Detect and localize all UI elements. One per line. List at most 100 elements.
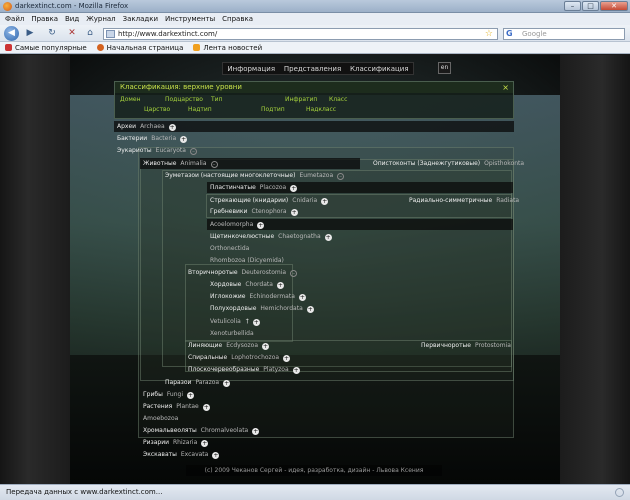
- rank-subphylum[interactable]: Подтип: [261, 106, 285, 113]
- expand-icon[interactable]: +: [324, 234, 332, 241]
- bookmark-start-page[interactable]: Начальная страница: [96, 42, 183, 53]
- stop-button[interactable]: ✕: [66, 27, 78, 40]
- expand-icon[interactable]: +: [283, 355, 291, 362]
- taxon-archaea[interactable]: Археи Archaea +: [114, 121, 514, 132]
- taxon-orthonectida[interactable]: Orthonectida: [207, 243, 513, 254]
- resize-grip-icon[interactable]: [615, 488, 624, 497]
- taxon-chromalveolata[interactable]: Хромальвеоляты Chromalveolata +: [140, 425, 360, 436]
- collapse-icon[interactable]: –: [210, 161, 218, 168]
- taxon-ecdysozoa[interactable]: Линяющие Ecdysozoa +: [185, 340, 405, 351]
- home-button[interactable]: ⌂: [84, 27, 96, 40]
- taxon-bacteria[interactable]: Бактерии Bacteria +: [114, 133, 514, 144]
- search-placeholder: Google: [522, 30, 547, 38]
- expand-icon[interactable]: +: [257, 222, 265, 229]
- expand-icon[interactable]: +: [276, 282, 284, 289]
- expand-icon[interactable]: +: [321, 198, 329, 205]
- menu-file[interactable]: Файл: [5, 13, 24, 25]
- taxon-rhombozoa[interactable]: Rhombozoa (Dicyemida): [207, 255, 513, 266]
- taxon-lophotrochozoa[interactable]: Спиральные Lophotrochozoa +: [185, 352, 405, 363]
- expand-icon[interactable]: +: [290, 209, 298, 216]
- expand-icon[interactable]: +: [290, 185, 298, 192]
- taxon-parazoa[interactable]: Паразои Parazoa +: [162, 377, 382, 388]
- rank-domain[interactable]: Домен: [120, 96, 141, 103]
- expand-icon[interactable]: +: [168, 124, 176, 131]
- search-input[interactable]: G Google: [503, 28, 625, 40]
- nav-info[interactable]: Информация: [227, 65, 275, 73]
- taxon-platyzoa[interactable]: Плоскочервеобразные Platyzoa +: [185, 364, 405, 375]
- taxon-acoelomorpha[interactable]: Acoelomorpha +: [207, 219, 513, 230]
- reload-button[interactable]: ↻: [46, 27, 58, 40]
- taxon-animalia[interactable]: Животные Animalia –: [140, 158, 360, 169]
- expand-icon[interactable]: +: [306, 306, 314, 313]
- taxon-echinodermata[interactable]: Иглокожие Echinodermata +: [207, 291, 407, 302]
- close-icon[interactable]: ×: [502, 82, 509, 93]
- menu-edit[interactable]: Правка: [31, 13, 58, 25]
- taxon-ctenophora[interactable]: Гребневики Ctenophora +: [207, 206, 407, 217]
- expand-icon[interactable]: +: [223, 380, 231, 387]
- taxon-radiata[interactable]: Радиально-симметричные Radiata: [406, 195, 519, 206]
- taxon-vetulicolia[interactable]: Vetulicolia † +: [207, 316, 407, 327]
- collapse-icon[interactable]: –: [337, 173, 345, 180]
- menu-tools[interactable]: Инструменты: [165, 13, 215, 25]
- taxon-chordata[interactable]: Хордовые Chordata +: [207, 279, 407, 290]
- taxon-eukaryota[interactable]: Эукариоты Eucaryota –: [114, 145, 514, 156]
- taxon-placozoa[interactable]: Пластинчатые Placozoa +: [207, 182, 513, 193]
- rank-subkingdom[interactable]: Подцарство: [165, 96, 203, 103]
- window-title: darkextinct.com - Mozilla Firefox: [15, 2, 129, 10]
- minimize-button[interactable]: –: [564, 1, 581, 11]
- site-favicon-icon: [106, 30, 115, 38]
- expand-icon[interactable]: +: [292, 367, 300, 374]
- collapse-icon[interactable]: –: [290, 270, 298, 277]
- taxon-plantae[interactable]: Растения Plantae +: [140, 401, 360, 412]
- bookmark-most-visited[interactable]: Самые популярные: [5, 42, 87, 53]
- close-button[interactable]: ✕: [600, 1, 628, 11]
- bookmark-news-feed[interactable]: Лента новостей: [193, 42, 262, 53]
- taxon-eumetazoa[interactable]: Эуметазои (настоящие многоклеточные) Eume…: [162, 170, 382, 181]
- expand-icon[interactable]: +: [187, 392, 195, 399]
- expand-icon[interactable]: +: [298, 294, 306, 301]
- menu-history[interactable]: Журнал: [86, 13, 115, 25]
- taxon-opisthokonta[interactable]: Опистоконты (Заднежгутиковые) Opisthokont…: [370, 158, 524, 169]
- rank-superclass[interactable]: Надкласс: [306, 106, 336, 113]
- taxon-cnidaria[interactable]: Стрекающие (книдарии) Cnidaria +: [207, 195, 407, 206]
- forward-button[interactable]: ▶: [24, 27, 36, 40]
- rank-phylum[interactable]: Тип: [211, 96, 223, 103]
- window-titlebar: darkextinct.com - Mozilla Firefox – □ ✕: [0, 0, 630, 13]
- menu-view[interactable]: Вид: [65, 13, 79, 25]
- menu-help[interactable]: Справка: [222, 13, 253, 25]
- menu-bookmarks[interactable]: Закладки: [123, 13, 158, 25]
- classification-tree: Археи Archaea + Бактерии Bacteria + Эукариот…: [114, 119, 524, 460]
- most-visited-icon: [5, 44, 12, 51]
- url-bar[interactable]: http://www.darkextinct.com/ ☆: [103, 28, 498, 40]
- nav-views[interactable]: Представления: [284, 65, 341, 73]
- expand-icon[interactable]: +: [201, 440, 209, 447]
- expand-icon[interactable]: +: [252, 319, 260, 326]
- back-button[interactable]: ◀: [4, 26, 19, 41]
- taxon-protostomia[interactable]: Первичноротые Protostomia: [418, 340, 512, 351]
- extinct-dagger-icon: †: [245, 318, 249, 325]
- expand-icon[interactable]: +: [252, 428, 260, 435]
- taxon-hemichordata[interactable]: Полухордовые Hemichordata +: [207, 303, 407, 314]
- maximize-button[interactable]: □: [582, 1, 599, 11]
- taxon-excavata[interactable]: Экскаваты Excavata +: [140, 449, 360, 460]
- taxon-deuterostomia[interactable]: Вторичноротые Deuterostomia –: [185, 267, 385, 278]
- taxon-amoebozoa[interactable]: Amoebozoa: [140, 413, 360, 424]
- copyright-footer: (с) 2009 Чеканов Сергей - идея, разработ…: [186, 465, 442, 476]
- nav-classification[interactable]: Классификация: [350, 65, 409, 73]
- rank-kingdom[interactable]: Царство: [144, 106, 170, 113]
- taxon-xenoturbellida[interactable]: Xenoturbellida: [207, 328, 407, 339]
- expand-icon[interactable]: +: [262, 343, 269, 350]
- collapse-icon[interactable]: –: [189, 148, 197, 155]
- bookmark-star-icon[interactable]: ☆: [485, 29, 493, 39]
- expand-icon[interactable]: +: [180, 136, 188, 143]
- taxon-fungi[interactable]: Грибы Fungi +: [140, 389, 360, 400]
- expand-icon[interactable]: +: [212, 452, 220, 459]
- language-switch[interactable]: en: [438, 62, 451, 74]
- taxon-rhizaria[interactable]: Ризарии Rhizaria +: [140, 437, 360, 448]
- rank-superphylum[interactable]: Надтип: [188, 106, 212, 113]
- rank-infraphylum[interactable]: Инфратип: [285, 96, 317, 103]
- google-icon[interactable]: G: [506, 29, 513, 39]
- taxon-chaetognatha[interactable]: Щетинкочелюстные Chaetognatha +: [207, 231, 513, 242]
- expand-icon[interactable]: +: [202, 404, 210, 411]
- rank-class[interactable]: Класс: [329, 96, 347, 103]
